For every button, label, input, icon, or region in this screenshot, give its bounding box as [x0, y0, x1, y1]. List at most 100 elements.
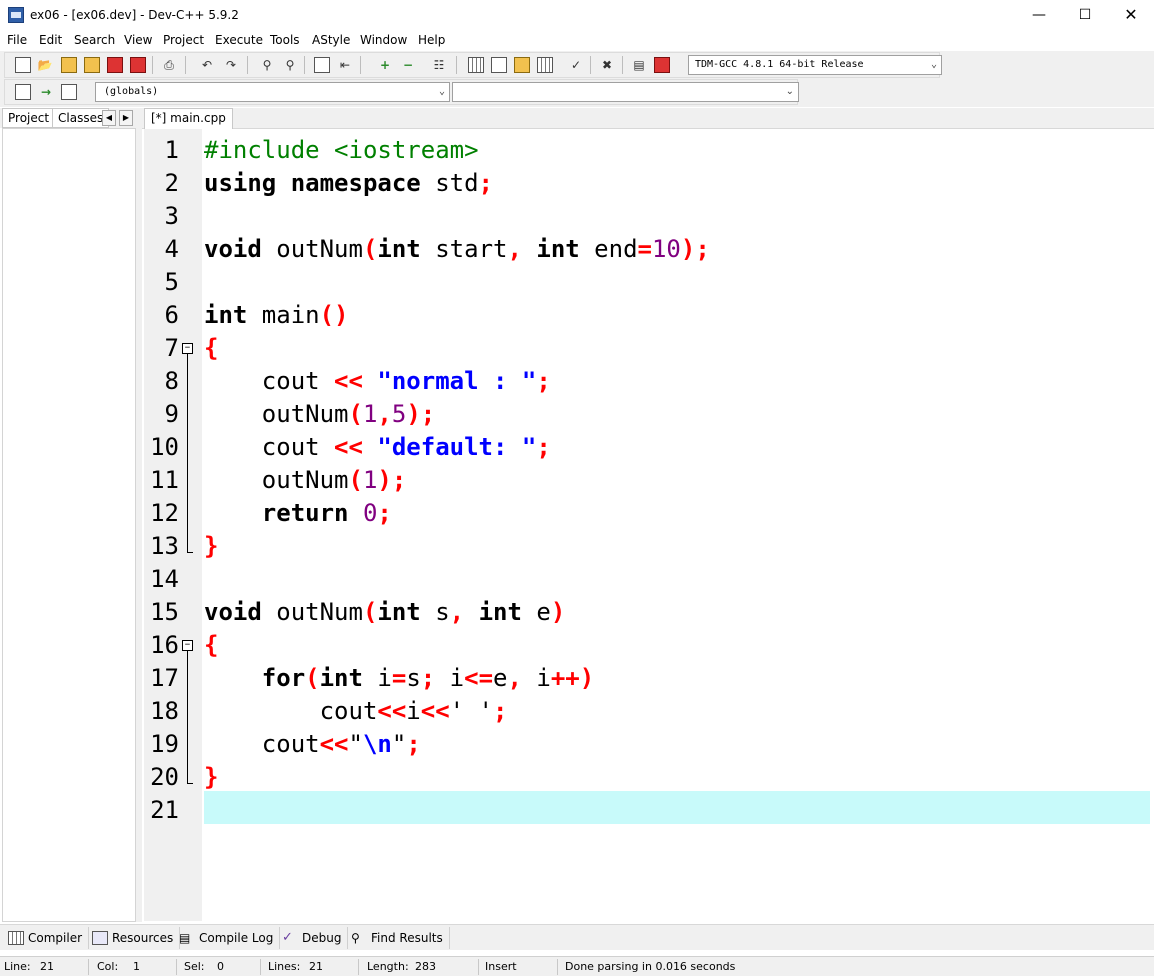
- code-token: ;: [377, 499, 392, 527]
- menu-execute[interactable]: Execute: [215, 33, 263, 47]
- menu-search[interactable]: Search: [74, 33, 115, 47]
- remove-from-project-icon[interactable]: −: [400, 57, 416, 73]
- menu-tools[interactable]: Tools: [270, 33, 300, 47]
- code-line: 3: [144, 200, 1150, 233]
- new-file-icon[interactable]: [15, 57, 31, 73]
- close-all-icon[interactable]: [130, 57, 146, 73]
- code-token: ,: [377, 400, 392, 428]
- menu-window[interactable]: Window: [360, 33, 407, 47]
- chevron-down-icon: ⌄: [438, 86, 445, 97]
- code-token: s: [406, 664, 421, 692]
- fold-collapse-icon[interactable]: −: [182, 640, 193, 651]
- left-panel-tabs: Project Classes ◀ ▶: [0, 108, 140, 128]
- tab-scroll-right-icon[interactable]: ▶: [119, 110, 133, 126]
- line-number: 8: [164, 367, 179, 395]
- indent-icon[interactable]: [314, 57, 330, 73]
- devcpp-app-icon[interactable]: [8, 7, 24, 23]
- menu-help[interactable]: Help: [418, 33, 445, 47]
- add-to-project-icon[interactable]: +: [377, 57, 393, 73]
- status-message: Done parsing in 0.016 seconds: [565, 960, 736, 973]
- close-button[interactable]: ✕: [1108, 0, 1154, 31]
- code-text: cout << "normal : ";: [204, 365, 551, 398]
- code-token: 1: [362, 400, 378, 428]
- unindent-icon[interactable]: ⇤: [337, 57, 353, 73]
- code-text: return 0;: [204, 497, 392, 530]
- syntax-check-icon[interactable]: ✓: [568, 57, 584, 73]
- status-length-value: 283: [415, 960, 436, 973]
- line-number: 4: [164, 235, 179, 263]
- code-token: return: [261, 499, 349, 527]
- save-all-icon[interactable]: [84, 57, 100, 73]
- code-token: i: [406, 697, 421, 725]
- code-token: <<: [377, 697, 407, 725]
- goto-definition-icon[interactable]: →: [38, 84, 54, 100]
- compile-run-icon[interactable]: [514, 57, 530, 73]
- tab-resources[interactable]: Resources: [86, 927, 181, 949]
- tab-main-cpp[interactable]: [*] main.cpp: [144, 108, 233, 129]
- menu-file[interactable]: File: [7, 33, 27, 47]
- stop-execution-icon[interactable]: ✖: [599, 57, 615, 73]
- code-token: (: [348, 400, 363, 428]
- save-icon[interactable]: [61, 57, 77, 73]
- open-file-icon[interactable]: 📂: [37, 57, 53, 73]
- tab-classes[interactable]: Classes: [52, 108, 110, 128]
- code-line: 10 cout << "default: ";: [144, 431, 1150, 464]
- code-token: ;: [478, 169, 493, 197]
- rebuild-all-icon[interactable]: [537, 57, 553, 73]
- scope-select[interactable]: (globals) ⌄: [95, 82, 450, 102]
- code-line: 1 #include <iostream>: [144, 134, 1150, 167]
- tab-compile-log-label: Compile Log: [199, 931, 274, 945]
- code-text: int main(): [204, 299, 349, 332]
- fold-collapse-icon[interactable]: −: [182, 343, 193, 354]
- code-token: );: [406, 400, 436, 428]
- menu-project[interactable]: Project: [163, 33, 204, 47]
- run-icon[interactable]: [491, 57, 507, 73]
- maximize-button[interactable]: ☐: [1062, 0, 1108, 31]
- delete-profile-icon[interactable]: [654, 57, 670, 73]
- line-number: 11: [150, 466, 179, 494]
- code-line: 12 return 0;: [144, 497, 1150, 530]
- code-editor[interactable]: 1 #include <iostream> 2 using namespace std…: [144, 129, 1150, 922]
- code-token: (: [362, 598, 378, 626]
- close-file-icon[interactable]: [107, 57, 123, 73]
- menu-astyle[interactable]: AStyle: [312, 33, 350, 47]
- code-line: 19 cout<<"\n";: [144, 728, 1150, 761]
- code-token: ): [550, 598, 566, 626]
- profile-chart-icon[interactable]: ▤: [631, 57, 647, 73]
- tab-debug[interactable]: ✓ Debug: [276, 927, 349, 949]
- tab-compile-log[interactable]: ▤ Compile Log: [173, 927, 281, 949]
- undo-icon[interactable]: ↶: [199, 57, 215, 73]
- code-token: ;: [536, 367, 551, 395]
- code-line: 13}: [144, 530, 1150, 563]
- title-bar: ex06 - [ex06.dev] - Dev-C++ 5.9.2 — ☐ ✕: [0, 0, 1154, 31]
- print-icon[interactable]: ⎙: [161, 57, 177, 73]
- tab-scroll-left-icon[interactable]: ◀: [102, 110, 116, 126]
- code-token: int: [319, 664, 363, 692]
- minimize-button[interactable]: —: [1016, 0, 1062, 31]
- find-icon[interactable]: ⚲: [259, 57, 275, 73]
- code-token: int: [204, 301, 248, 329]
- replace-icon[interactable]: ⚲: [282, 57, 298, 73]
- code-token: main: [247, 301, 320, 329]
- compiler-select[interactable]: TDM-GCC 4.8.1 64-bit Release ⌄: [688, 55, 942, 75]
- code-line: 21: [144, 794, 1150, 827]
- tab-find-results[interactable]: ⚲ Find Results: [345, 927, 450, 949]
- compile-icon[interactable]: [468, 57, 484, 73]
- code-token: i: [362, 664, 392, 692]
- tab-project[interactable]: Project: [2, 108, 56, 128]
- line-number: 14: [150, 565, 179, 593]
- line-number: 2: [164, 169, 179, 197]
- bottom-panel-tabs: Compiler Resources ▤ Compile Log ✓ Debug…: [0, 924, 1154, 950]
- redo-icon[interactable]: ↷: [223, 57, 239, 73]
- fold-end-marker: [187, 552, 193, 553]
- new-class-icon[interactable]: [15, 84, 31, 100]
- tab-compiler[interactable]: Compiler: [2, 927, 90, 949]
- member-select[interactable]: ⌄: [452, 82, 799, 102]
- panel-splitter[interactable]: [136, 108, 142, 922]
- project-browser-panel[interactable]: [2, 128, 136, 922]
- menu-view[interactable]: View: [124, 33, 152, 47]
- code-token: end: [579, 235, 638, 263]
- project-options-icon[interactable]: ☷: [431, 57, 447, 73]
- menu-edit[interactable]: Edit: [39, 33, 62, 47]
- bookmark-icon[interactable]: [61, 84, 77, 100]
